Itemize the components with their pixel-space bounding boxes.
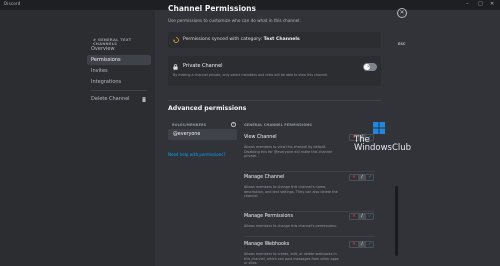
sidebar-item-invites[interactable]: Invites xyxy=(87,66,151,76)
maximize-icon[interactable]: □ xyxy=(478,1,483,7)
sync-notice: Permissions synced with category: Text C… xyxy=(168,32,381,48)
toggle-off-icon: ✕ xyxy=(366,64,371,70)
neutral-icon[interactable]: / xyxy=(358,242,366,248)
permission-description: Allows members to view this channel by d… xyxy=(244,145,332,159)
lock-icon xyxy=(173,64,178,70)
watermark-line2: WindowsClub xyxy=(354,143,412,153)
permission-title: Manage Webhooks xyxy=(244,242,290,247)
neutral-icon[interactable]: / xyxy=(358,175,366,181)
allow-icon[interactable]: ✓ xyxy=(366,175,374,181)
deny-icon[interactable]: ✕ xyxy=(350,242,358,248)
permission-state-selector: ✕ / ✓ xyxy=(349,174,374,181)
sync-category: Text Channels xyxy=(263,37,300,42)
permission-title: Manage Permissions xyxy=(244,214,293,219)
watermark: The WindowsClub xyxy=(354,136,412,153)
permission-description: Allows members to create, edit, or delet… xyxy=(244,252,339,266)
sidebar-item-overview[interactable]: Overview xyxy=(87,44,151,54)
sidebar-item-permissions[interactable]: Permissions xyxy=(87,55,151,65)
permission-title: View Channel xyxy=(244,135,277,140)
advanced-permissions-title: Advanced permissions xyxy=(168,105,247,112)
trash-icon xyxy=(142,97,146,102)
permission-state-selector: ✕ / ✓ xyxy=(349,213,374,220)
settings-sidebar: # GENERAL TEXT CHANNELS Overview Permiss… xyxy=(0,10,155,266)
permission-description: Allows members to change this channel's … xyxy=(244,185,338,199)
private-channel-title: Private Channel xyxy=(183,63,223,69)
permission-state-selector: ✕ / ✓ xyxy=(349,241,374,248)
roles-members-label: ROLES/MEMBERS xyxy=(172,123,207,127)
role-everyone[interactable]: @everyone xyxy=(168,129,237,140)
sidebar-item-integrations[interactable]: Integrations xyxy=(87,77,151,87)
add-role-icon[interactable]: + xyxy=(231,122,236,127)
section-divider xyxy=(168,100,381,101)
page-subtitle: Use permissions to customize who can do … xyxy=(168,18,301,23)
toggle-knob: ✕ xyxy=(364,64,370,70)
general-permissions-label: GENERAL CHANNEL PERMISSIONS xyxy=(244,123,312,127)
permission-description: Allows members to change this channel's … xyxy=(244,224,337,228)
esc-label: ESC xyxy=(398,42,406,46)
close-window-icon[interactable]: ✕ xyxy=(490,1,494,7)
allow-icon[interactable]: ✓ xyxy=(366,242,374,248)
sidebar-divider xyxy=(91,90,147,91)
help-permissions-link[interactable]: Need help with permissions? xyxy=(168,152,225,157)
page-title: Channel Permissions xyxy=(168,4,256,13)
allow-icon[interactable]: ✓ xyxy=(366,214,374,220)
row-divider xyxy=(244,211,375,212)
private-channel-description: By making a channel private, only select… xyxy=(173,73,329,77)
deny-icon[interactable]: ✕ xyxy=(350,214,358,220)
private-channel-toggle[interactable]: ✕ xyxy=(363,63,377,71)
scrollbar[interactable] xyxy=(395,186,398,256)
watermark-logo-icon xyxy=(373,122,385,134)
neutral-icon[interactable]: / xyxy=(358,214,366,220)
sync-icon xyxy=(173,37,179,43)
main-content: Channel Permissions Use permissions to c… xyxy=(155,4,500,266)
row-divider xyxy=(244,236,375,237)
deny-icon[interactable]: ✕ xyxy=(350,175,358,181)
sync-text: Permissions synced with category: Text C… xyxy=(183,37,300,42)
close-settings-button[interactable]: ✕ xyxy=(397,8,407,18)
permission-title: Manage Channel xyxy=(244,175,285,180)
private-channel-panel: Private Channel By making a channel priv… xyxy=(168,56,381,86)
app-title: Discord xyxy=(4,1,21,6)
minimize-icon[interactable]: – xyxy=(466,1,469,7)
row-divider xyxy=(244,171,375,172)
